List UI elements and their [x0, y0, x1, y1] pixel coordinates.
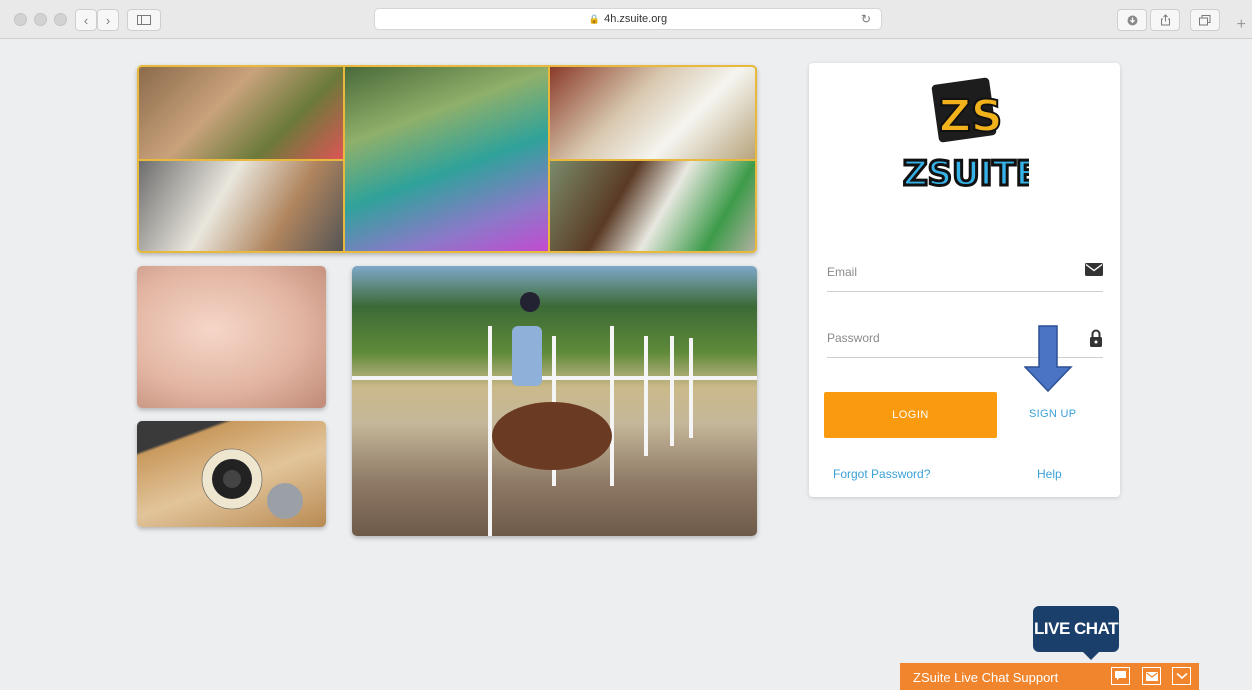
chevron-left-icon: ‹ — [83, 12, 89, 28]
lock-icon — [1090, 329, 1102, 347]
tabs-overview-button[interactable] — [1190, 9, 1220, 31]
login-button[interactable]: LOGIN — [824, 392, 997, 438]
forward-button[interactable]: › — [97, 9, 119, 31]
address-url: 4h.zsuite.org — [604, 13, 668, 25]
close-window-button[interactable] — [14, 13, 27, 26]
email-placeholder: Email — [827, 265, 858, 279]
live-chat-bar[interactable]: ZSuite Live Chat Support — [900, 663, 1199, 690]
share-button[interactable] — [1150, 9, 1180, 31]
target-icon — [201, 448, 303, 519]
collage-photo — [137, 65, 757, 253]
logo-wordmark: ZSUITE — [903, 154, 1029, 194]
sidebar-icon — [137, 15, 151, 25]
tabs-icon — [1199, 14, 1211, 25]
arrow-down-icon — [1024, 325, 1073, 393]
envelope-icon — [1145, 671, 1158, 681]
zoom-window-button[interactable] — [54, 13, 67, 26]
minimize-chat-button[interactable] — [1172, 667, 1191, 685]
photo-shooting-target — [137, 421, 326, 527]
help-link[interactable]: Help — [1037, 467, 1062, 481]
photo-barrel-racing — [352, 266, 757, 536]
forgot-password-link[interactable]: Forgot Password? — [833, 467, 930, 481]
photo-chef — [550, 67, 755, 159]
download-icon — [1127, 15, 1137, 25]
chat-button[interactable] — [1111, 667, 1130, 685]
sign-up-link[interactable]: SIGN UP — [1029, 408, 1076, 420]
photo-pigs — [137, 266, 326, 408]
zsuite-logo: ZS ZSUITE — [899, 77, 1040, 197]
live-chat-bubble[interactable]: LIVE CHAT — [1033, 606, 1119, 660]
login-card: ZS ZSUITE Email Password LOGIN SIGN UP F… — [809, 63, 1120, 497]
horse-rider-illustration — [352, 292, 757, 536]
minimize-window-button[interactable] — [34, 13, 47, 26]
lock-icon: 🔒 — [588, 13, 601, 24]
address-bar[interactable]: 🔒 4h.zsuite.org ↻ — [374, 8, 882, 30]
logo-z-letter: ZS — [939, 91, 1003, 142]
live-chat-title: ZSuite Live Chat Support — [913, 670, 1059, 685]
photo-kids-project — [139, 67, 343, 159]
new-tab-button[interactable]: + — [1237, 16, 1246, 34]
photo-sheep — [139, 161, 343, 251]
photo-horse-boy — [550, 161, 755, 251]
email-field[interactable]: Email — [827, 255, 1103, 292]
password-placeholder: Password — [827, 331, 880, 345]
email-chat-button[interactable] — [1142, 667, 1161, 685]
chat-icon — [1115, 671, 1126, 681]
chevron-right-icon: › — [105, 12, 111, 28]
chevron-down-icon — [1175, 672, 1188, 680]
zsuite-logo-icon: ZS ZSUITE — [902, 77, 1040, 196]
window-controls — [14, 13, 67, 26]
browser-toolbar: ‹ › 🔒 4h.zsuite.org ↻ + — [0, 0, 1252, 39]
share-icon — [1160, 14, 1170, 26]
downloads-button[interactable] — [1117, 9, 1147, 31]
back-button[interactable]: ‹ — [75, 9, 97, 31]
envelope-icon — [1085, 263, 1103, 276]
reload-icon[interactable]: ↻ — [861, 12, 871, 26]
sidebar-toggle-button[interactable] — [127, 9, 161, 31]
photo-award-winners — [345, 67, 548, 251]
